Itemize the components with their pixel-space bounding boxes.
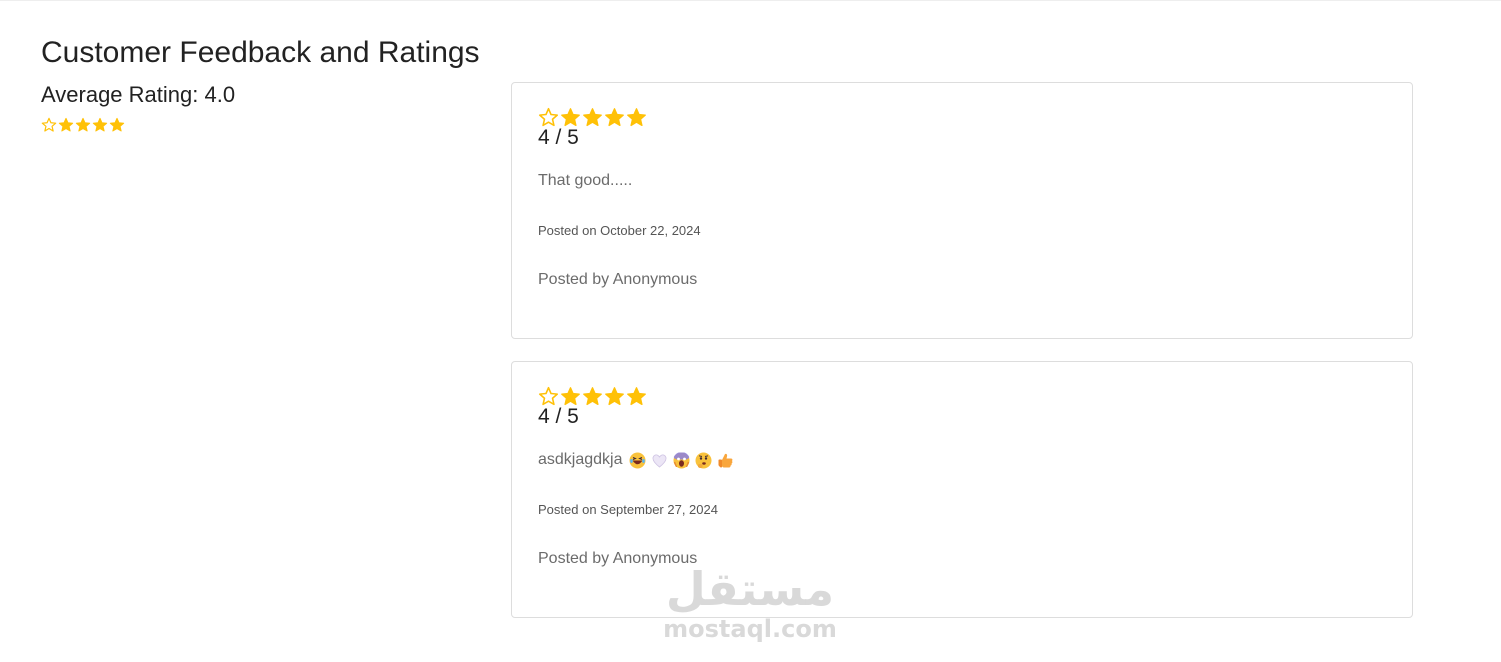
star-outline-icon <box>41 117 57 133</box>
review-text: asdkjagdkja <box>538 449 734 471</box>
laughing-emoji-icon <box>629 452 645 468</box>
star-filled-icon <box>604 386 625 407</box>
star-filled-icon <box>604 107 625 128</box>
review-author: Posted by Anonymous <box>538 550 698 567</box>
star-filled-icon <box>75 117 91 133</box>
star-filled-icon <box>582 107 603 128</box>
review-card: 4 / 5 That good..... Posted on October 2… <box>511 82 1413 339</box>
star-filled-icon <box>92 117 108 133</box>
review-text-content: That good..... <box>538 172 633 189</box>
review-date: Posted on September 27, 2024 <box>538 502 718 517</box>
star-filled-icon <box>626 386 647 407</box>
review-text-content: asdkjagdkja <box>538 451 623 468</box>
white-heart-emoji-icon <box>651 453 667 468</box>
star-filled-icon <box>58 117 74 133</box>
average-rating-label: Average Rating: 4.0 <box>41 82 236 107</box>
top-divider <box>0 0 1501 1</box>
star-filled-icon <box>109 117 125 133</box>
watermark-latin-text: mostaql.com <box>663 615 837 643</box>
review-text: That good..... <box>538 170 632 192</box>
review-score: 4 / 5 <box>538 126 579 149</box>
page-title: Customer Feedback and Ratings <box>41 36 480 69</box>
review-author: Posted by Anonymous <box>538 271 698 288</box>
screaming-emoji-icon <box>673 452 689 468</box>
review-score: 4 / 5 <box>538 405 579 428</box>
star-filled-icon <box>582 386 603 407</box>
average-rating-stars <box>41 117 125 133</box>
star-filled-icon <box>626 107 647 128</box>
thinking-emoji-icon <box>695 452 711 468</box>
review-date: Posted on October 22, 2024 <box>538 223 701 238</box>
review-emojis <box>629 452 734 469</box>
review-card: 4 / 5 asdkjagdkja Posted on September 27… <box>511 361 1413 618</box>
thumbs-up-emoji-icon <box>718 453 732 467</box>
